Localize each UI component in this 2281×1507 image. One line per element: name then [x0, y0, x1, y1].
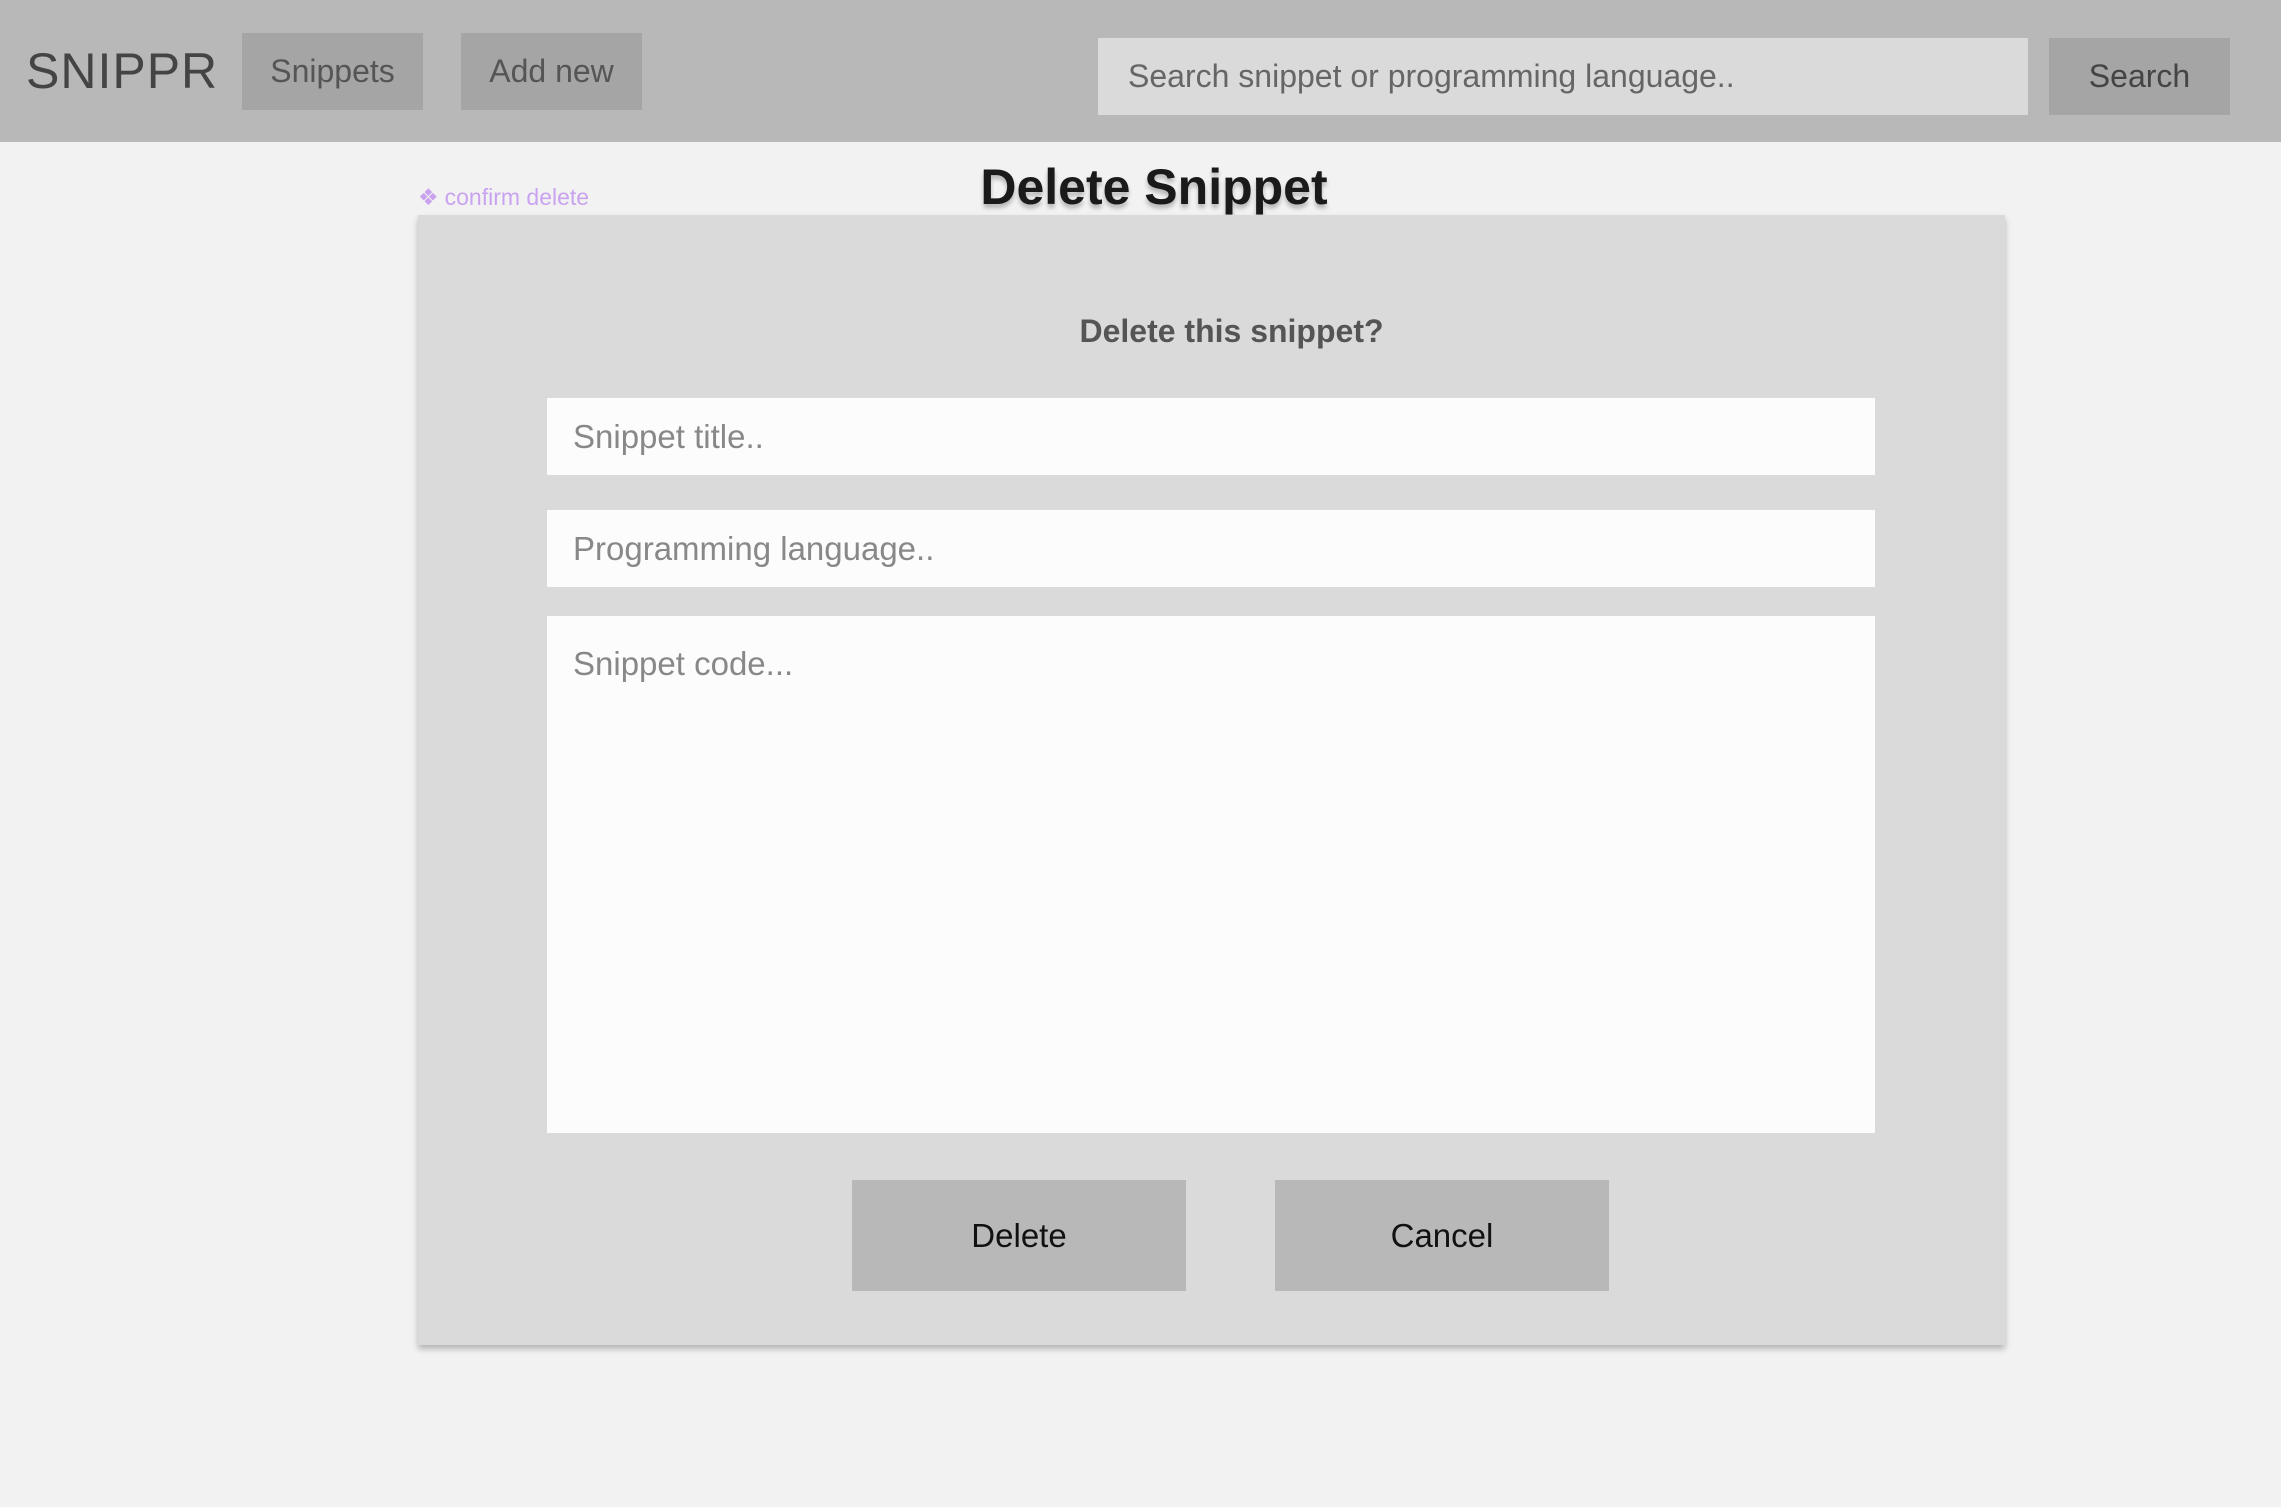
- annotation-text: confirm delete: [444, 184, 590, 210]
- confirm-question: Delete this snippet?: [1079, 313, 1384, 349]
- snippet-title-field[interactable]: [547, 398, 1875, 475]
- snippet-code-field[interactable]: [547, 616, 1875, 1133]
- nav-add-new-button[interactable]: Add new: [461, 33, 642, 110]
- cancel-button[interactable]: Cancel: [1275, 1180, 1609, 1291]
- delete-button[interactable]: Delete: [852, 1180, 1186, 1291]
- page-title: Delete Snippet: [980, 159, 1328, 215]
- annotation-label: ❖ confirm delete: [418, 182, 589, 212]
- programming-language-field[interactable]: [547, 510, 1875, 587]
- top-navigation-bar: SNIPPR Snippets Add new Search: [0, 0, 2281, 142]
- search-button[interactable]: Search: [2049, 38, 2230, 115]
- nav-snippets-button[interactable]: Snippets: [242, 33, 423, 110]
- search-input[interactable]: [1098, 38, 2028, 115]
- app-logo[interactable]: SNIPPR: [26, 40, 218, 102]
- diamond-icon: ❖: [418, 184, 439, 210]
- delete-dialog: Delete this snippet? Delete Cancel: [418, 215, 2005, 1345]
